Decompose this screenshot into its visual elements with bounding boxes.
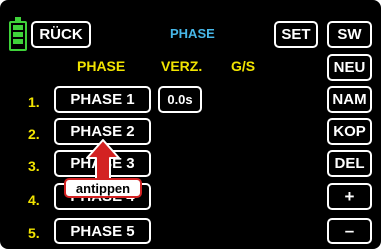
row-number: 3. xyxy=(28,158,40,174)
delete-button[interactable]: DEL xyxy=(327,150,372,177)
row-number: 2. xyxy=(28,126,40,142)
row-number: 1. xyxy=(28,94,40,110)
name-button[interactable]: NAM xyxy=(327,86,372,113)
phase-button-1[interactable]: PHASE 1 xyxy=(54,86,151,113)
set-button[interactable]: SET xyxy=(274,21,318,48)
column-header-phase: PHASE xyxy=(77,58,126,74)
new-button[interactable]: NEU xyxy=(327,54,372,81)
copy-button[interactable]: KOP xyxy=(327,118,372,145)
transmitter-screen: RÜCK PHASE SET SW PHASE VERZ. G/S 1. PHA… xyxy=(0,0,381,249)
row-number: 4. xyxy=(28,192,40,208)
battery-icon xyxy=(9,17,27,51)
plus-button[interactable]: + xyxy=(327,183,372,210)
tap-arrow-icon xyxy=(86,139,120,181)
switch-button[interactable]: SW xyxy=(327,21,372,48)
tap-hint-label: antippen xyxy=(64,178,142,198)
minus-button[interactable]: – xyxy=(327,218,372,244)
column-header-delay: VERZ. xyxy=(161,58,203,74)
phase-button-5[interactable]: PHASE 5 xyxy=(54,218,151,244)
delay-value-1[interactable]: 0.0s xyxy=(158,86,202,113)
page-title: PHASE xyxy=(170,26,215,41)
column-header-gs: G/S xyxy=(231,58,256,74)
back-button[interactable]: RÜCK xyxy=(31,21,91,48)
row-number: 5. xyxy=(28,225,40,241)
